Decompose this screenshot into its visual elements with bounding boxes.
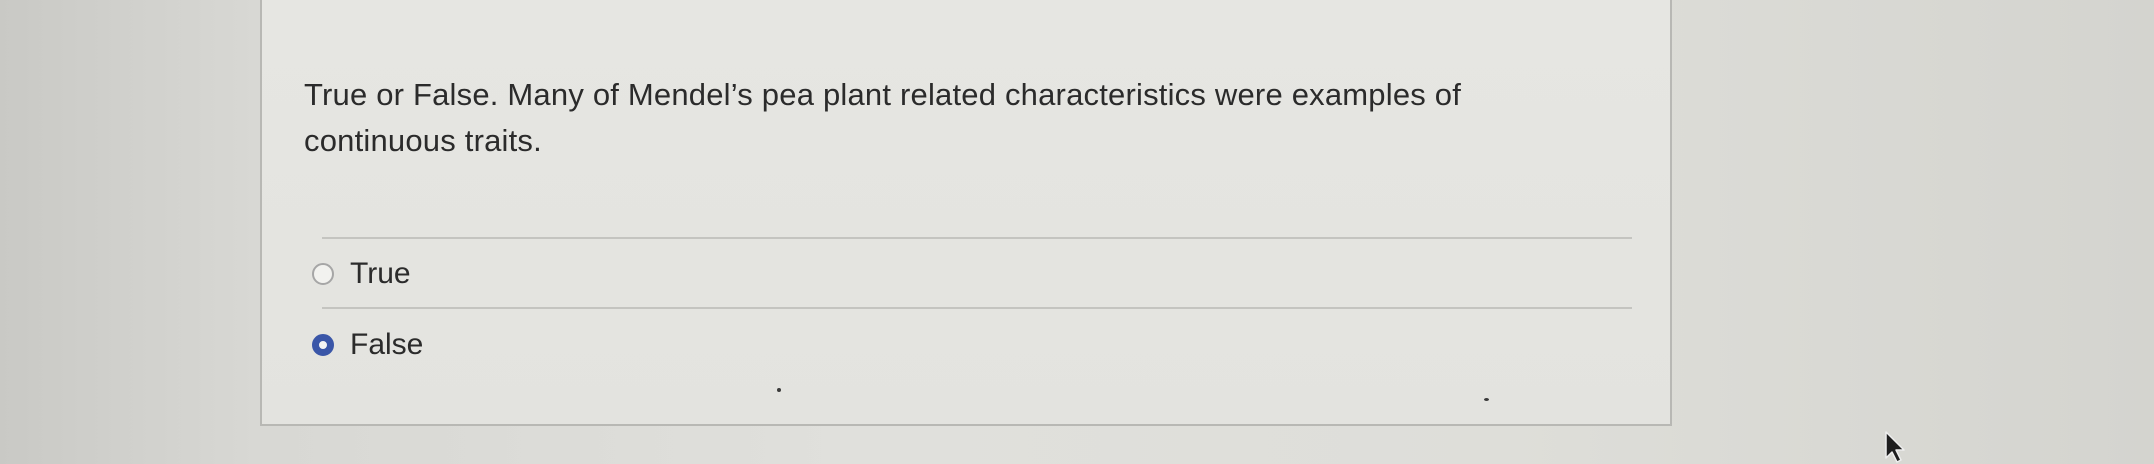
question-card: True or False. Many of Mendel’s pea plan… [260,0,1672,426]
mouse-pointer-icon [1885,431,1905,463]
radio-false[interactable] [312,334,334,356]
dust-speck [1484,398,1489,401]
option-true[interactable]: True [312,250,411,298]
option-false-label: False [350,328,424,361]
option-true-label: True [350,257,411,290]
options-divider-top [322,237,1632,239]
options-divider-middle [322,307,1632,309]
option-false[interactable]: False [312,321,423,369]
question-text: True or False. Many of Mendel’s pea plan… [304,77,1462,158]
radio-true[interactable] [312,263,334,285]
dust-speck [777,388,781,392]
